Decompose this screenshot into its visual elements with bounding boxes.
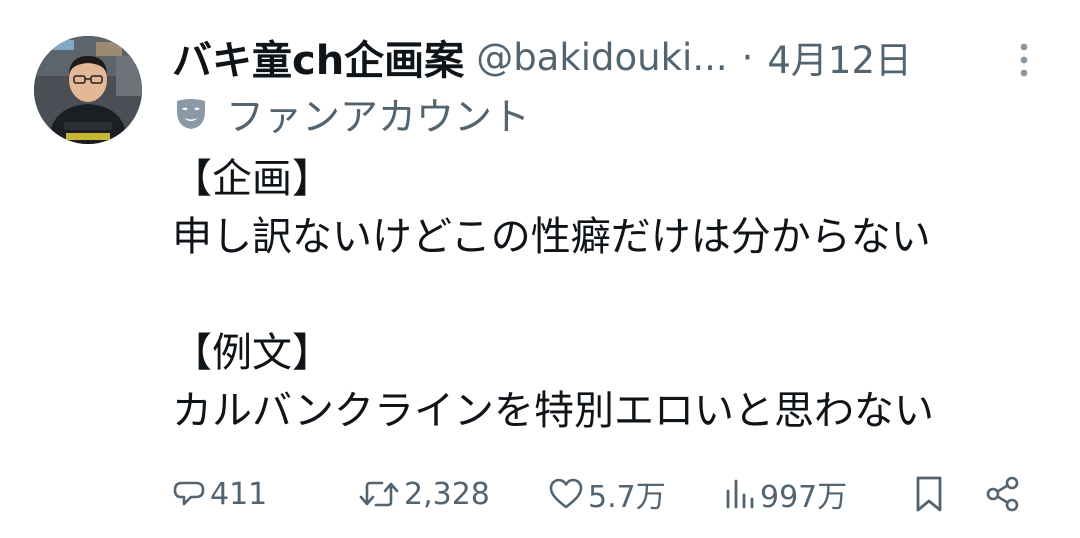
- share-button[interactable]: [984, 468, 1022, 520]
- share-icon: [986, 476, 1019, 512]
- heart-icon: [549, 478, 583, 509]
- tweet-body-line: [172, 266, 1052, 324]
- account-type-label: ファンアカウント: [226, 94, 531, 139]
- avatar[interactable]: [34, 36, 142, 144]
- views-chart-icon: [726, 479, 754, 509]
- tweet-body-line: カルバンクラインを特別エロいと思わない: [172, 388, 934, 434]
- tweet-body: 【企画】 申し訳ないけどこの性癖だけは分からない 【例文】 カルバンクラインを特…: [172, 150, 1052, 440]
- retweet-icon: [359, 481, 399, 507]
- like-count: 5.7万: [588, 480, 666, 515]
- tweet-body-line: 【例文】: [172, 330, 332, 376]
- user-handle[interactable]: @bakidouki...: [476, 36, 727, 79]
- theater-mask-icon: [177, 99, 205, 129]
- bookmark-button[interactable]: [912, 468, 946, 520]
- views-button[interactable]: 997万: [724, 468, 847, 520]
- retweet-button[interactable]: 2,328: [358, 468, 490, 520]
- reply-icon: [173, 481, 205, 506]
- tweet-header: バキ童ch企画案 @bakidouki... · 4月12日: [172, 28, 912, 86]
- tweet-body-line: 申し訳ないけどこの性癖だけは分からない: [172, 214, 931, 260]
- avatar-image: [34, 36, 142, 144]
- more-vertical-icon[interactable]: [1010, 40, 1038, 80]
- account-label-row: ファンアカウント: [172, 88, 531, 139]
- tweet-action-bar: 411 2,328 5.7万 997万: [172, 468, 1032, 520]
- display-name[interactable]: バキ童ch企画案: [172, 28, 464, 86]
- separator-dot: ·: [741, 35, 754, 79]
- tweet-date[interactable]: 4月12日: [767, 30, 912, 84]
- tweet-body-line: 【企画】: [172, 156, 332, 202]
- view-count: 997万: [760, 480, 848, 515]
- retweet-count: 2,328: [404, 476, 490, 512]
- reply-button[interactable]: 411: [172, 468, 267, 520]
- like-button[interactable]: 5.7万: [548, 468, 666, 520]
- bookmark-icon: [916, 476, 942, 512]
- reply-count: 411: [210, 476, 268, 512]
